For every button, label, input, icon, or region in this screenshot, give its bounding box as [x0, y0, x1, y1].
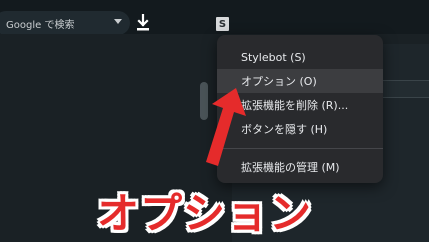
menu-item-label: Stylebot (S)	[241, 50, 306, 64]
menu-item-label: オプション (O)	[241, 75, 317, 88]
search-engine-label: Google で検索	[6, 19, 75, 31]
download-icon[interactable]	[136, 14, 150, 32]
menu-item-label: 拡張機能の管理 (M)	[241, 161, 340, 174]
search-engine-box[interactable]: Google で検索	[0, 11, 130, 35]
menu-item-label: 拡張機能を削除 (R)...	[241, 99, 349, 112]
red-arrow-annotation	[206, 88, 246, 166]
chevron-down-icon[interactable]	[114, 19, 122, 24]
menu-item-stylebot[interactable]: Stylebot (S)	[217, 45, 383, 69]
annotation-caption: オプション	[97, 189, 313, 238]
stylebot-extension-icon[interactable]: S	[216, 17, 229, 31]
browser-toolbar: Google で検索 S	[0, 0, 429, 35]
menu-item-label: ボタンを隠す (H)	[241, 123, 328, 136]
